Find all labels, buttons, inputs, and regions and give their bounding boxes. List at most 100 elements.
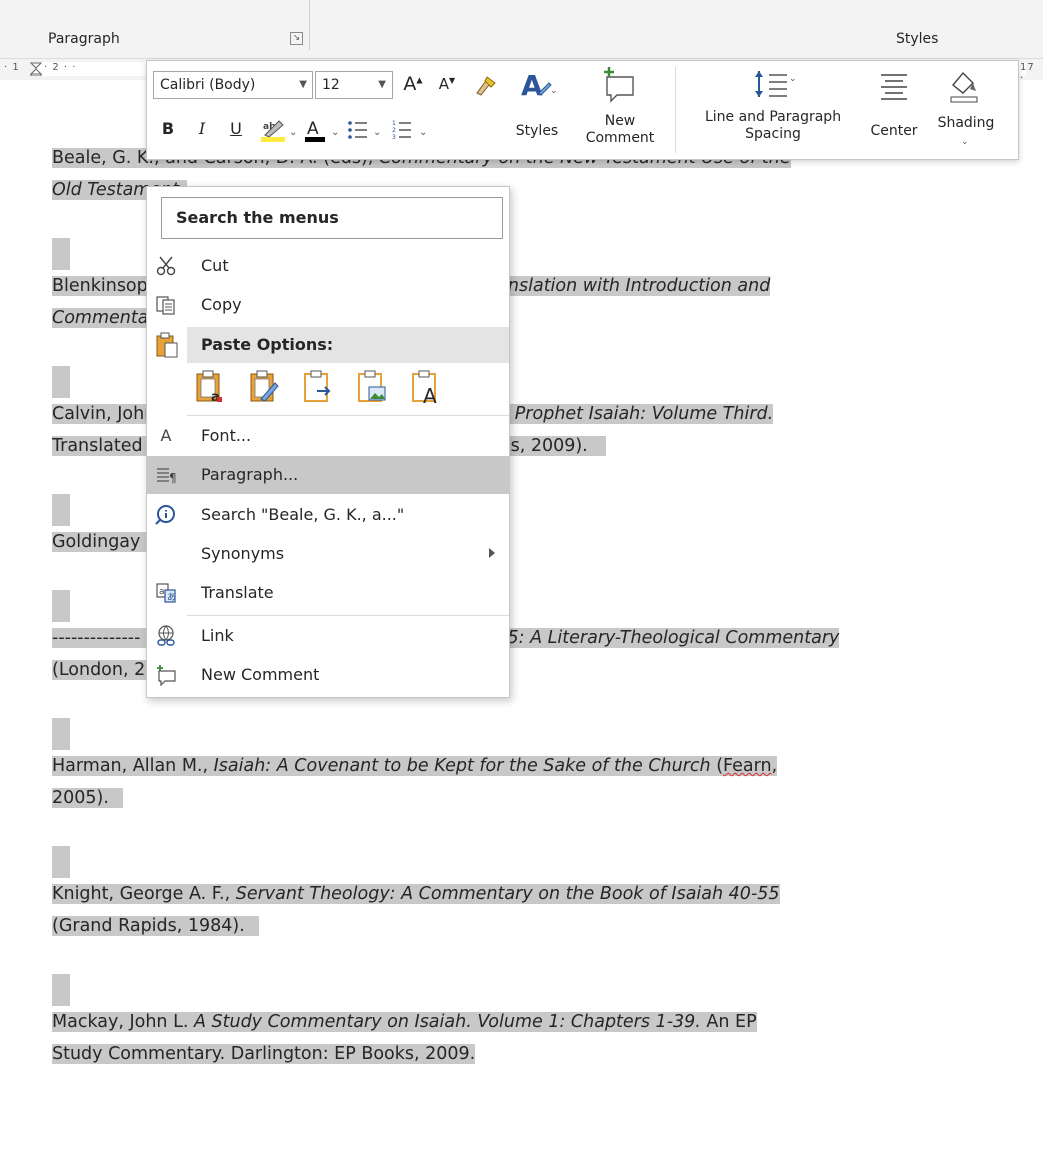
paste-keep-text-only-icon[interactable]: A bbox=[409, 369, 443, 405]
entry-text: -------------- bbox=[52, 628, 141, 648]
svg-text:A: A bbox=[423, 384, 437, 405]
entry-italic-title: ranslation with Introduction and bbox=[489, 276, 771, 296]
search-the-menus-input[interactable]: Search the menus bbox=[161, 197, 503, 239]
entry-italic-title: Isaiah: A Covenant to be Kept for the Sa… bbox=[213, 756, 711, 776]
chevron-down-icon[interactable]: ▼ bbox=[299, 72, 307, 98]
menu-item-translate[interactable]: a あ Translate bbox=[147, 574, 509, 612]
new-comment-icon bbox=[157, 665, 176, 686]
menu-item-cut[interactable]: Cut bbox=[147, 247, 509, 285]
entry-italic-title: e Prophet Isaiah: Volume Third. bbox=[498, 404, 774, 424]
entry-text: Translated bbox=[52, 436, 143, 456]
menu-item-label: Link bbox=[201, 626, 234, 645]
paste-options-header: Paste Options: bbox=[187, 327, 509, 363]
line-spacing-label: Spacing bbox=[745, 126, 801, 142]
chevron-down-icon[interactable]: ⌄ bbox=[961, 137, 969, 147]
paste-keep-source-formatting-icon[interactable]: a bbox=[193, 369, 227, 405]
smart-lookup-icon bbox=[155, 505, 175, 525]
menu-separator bbox=[187, 615, 509, 616]
entry-text: An EP bbox=[700, 1012, 757, 1032]
bold-button[interactable]: B bbox=[159, 119, 177, 138]
submenu-arrow-icon bbox=[489, 548, 495, 558]
underline-button[interactable]: U bbox=[227, 119, 245, 138]
grow-font-button[interactable]: A▲ bbox=[403, 73, 423, 95]
menu-item-link[interactable]: Link bbox=[147, 617, 509, 655]
menu-item-new-comment[interactable]: New Comment bbox=[147, 656, 509, 694]
menu-item-label: Font... bbox=[201, 426, 252, 445]
ribbon-group-area bbox=[0, 0, 1043, 26]
ribbon-group-separator bbox=[309, 0, 310, 50]
entry-text: Mackay, John L. bbox=[52, 1012, 194, 1032]
link-icon bbox=[157, 625, 175, 646]
svg-text:3: 3 bbox=[392, 134, 396, 141]
line-spacing-icon[interactable]: ⌄ bbox=[751, 67, 799, 103]
font-size-combobox[interactable]: 12 ▼ bbox=[315, 71, 393, 99]
new-comment-button[interactable]: New Comment bbox=[579, 113, 661, 147]
shrink-font-icon: A bbox=[438, 75, 450, 93]
entry-italic-title: 55: A Literary-Theological Commentary bbox=[496, 628, 840, 648]
numbering-icon[interactable]: 123 ⌄ bbox=[391, 117, 431, 143]
svg-text:2: 2 bbox=[392, 127, 396, 134]
styles-icon[interactable]: A ⌄ bbox=[517, 67, 557, 103]
line-paragraph-spacing-button[interactable]: Line and Paragraph Spacing bbox=[683, 109, 863, 143]
font-size-value: 12 bbox=[322, 77, 340, 93]
font-name-combobox[interactable]: Calibri (Body) ▼ bbox=[153, 71, 313, 99]
menu-item-paragraph[interactable]: ¶ Paragraph... bbox=[147, 456, 509, 494]
mini-toolbar: Calibri (Body) ▼ 12 ▼ A▲ A▼ A ⌄ Styles N… bbox=[146, 60, 1019, 160]
chevron-down-icon[interactable]: ▼ bbox=[378, 72, 386, 98]
entry-text: Goldingay bbox=[52, 532, 141, 552]
ruler-right-text: 17 · bbox=[1020, 62, 1035, 84]
paste-merge-formatting-icon[interactable] bbox=[247, 369, 281, 405]
svg-text:¶: ¶ bbox=[169, 471, 177, 485]
svg-text:A: A bbox=[521, 69, 543, 102]
center-button[interactable]: Center bbox=[865, 123, 923, 140]
format-painter-icon[interactable] bbox=[473, 73, 499, 97]
new-comment-icon[interactable] bbox=[599, 65, 639, 105]
empty-paragraph bbox=[52, 942, 952, 1006]
menu-item-copy[interactable]: Copy bbox=[147, 286, 509, 324]
paragraph-icon: ¶ bbox=[157, 468, 177, 485]
translate-icon: a あ bbox=[156, 583, 176, 603]
menu-item-label: Synonyms bbox=[201, 544, 285, 563]
entry-text: s, 2009). bbox=[510, 436, 588, 456]
svg-text:⌄: ⌄ bbox=[289, 127, 297, 138]
svg-text:あ: あ bbox=[167, 592, 176, 603]
highlight-color-icon[interactable]: ab ⌄ bbox=[259, 117, 299, 143]
spelling-error-word[interactable]: Fearn bbox=[723, 756, 772, 776]
menu-item-font[interactable]: A Font... bbox=[147, 417, 509, 455]
new-comment-label: New bbox=[604, 113, 636, 129]
shading-icon[interactable] bbox=[945, 65, 983, 105]
context-menu: Search the menus Cut Copy Paste Options:… bbox=[146, 186, 510, 698]
shading-button[interactable]: Shading bbox=[933, 115, 999, 132]
styles-button[interactable]: Styles bbox=[511, 123, 563, 140]
svg-text:⌄: ⌄ bbox=[550, 86, 557, 96]
shrink-font-button[interactable]: A▼ bbox=[437, 75, 457, 93]
paragraph-dialog-launcher[interactable]: ↘ bbox=[290, 32, 303, 45]
toolbar-separator bbox=[675, 67, 676, 153]
svg-text:A: A bbox=[307, 119, 319, 139]
menu-item-label: Copy bbox=[201, 295, 242, 314]
menu-item-synonyms[interactable]: Synonyms bbox=[147, 535, 509, 573]
bib-entry-knight: Knight, George A. F., Servant Theology: … bbox=[52, 878, 952, 942]
indent-marker-icon[interactable] bbox=[30, 62, 42, 76]
entry-italic-title: Servant Theology: A Commentary on the Bo… bbox=[235, 884, 780, 904]
copy-icon bbox=[156, 296, 175, 315]
paragraph-group-label: Paragraph bbox=[48, 31, 120, 47]
center-align-icon[interactable] bbox=[877, 69, 911, 103]
menu-item-smart-lookup[interactable]: Search "Beale, G. K., a..." bbox=[147, 496, 509, 534]
font-name-value: Calibri (Body) bbox=[160, 77, 256, 93]
entry-text: Study Commentary. Darlington: EP Books, … bbox=[52, 1044, 476, 1064]
entry-text: ( bbox=[710, 756, 724, 776]
italic-button[interactable]: I bbox=[193, 119, 211, 138]
menu-item-label: Search "Beale, G. K., a..." bbox=[201, 505, 405, 524]
svg-text:1: 1 bbox=[392, 120, 396, 127]
paste-image-icon[interactable] bbox=[355, 369, 389, 405]
grow-font-icon: A bbox=[403, 73, 417, 95]
svg-text:⌄: ⌄ bbox=[419, 127, 427, 138]
paste-picture-icon[interactable] bbox=[301, 369, 335, 405]
menu-item-label: New Comment bbox=[201, 665, 320, 684]
bib-entry-harman: Harman, Allan M., Isaiah: A Covenant to … bbox=[52, 750, 952, 814]
entry-italic-title: A Study Commentary on Isaiah. Volume 1: … bbox=[193, 1012, 701, 1032]
bullets-icon[interactable]: ⌄ bbox=[345, 117, 385, 143]
svg-text:⌄: ⌄ bbox=[373, 127, 381, 138]
font-color-icon[interactable]: A ⌄ bbox=[303, 117, 343, 143]
